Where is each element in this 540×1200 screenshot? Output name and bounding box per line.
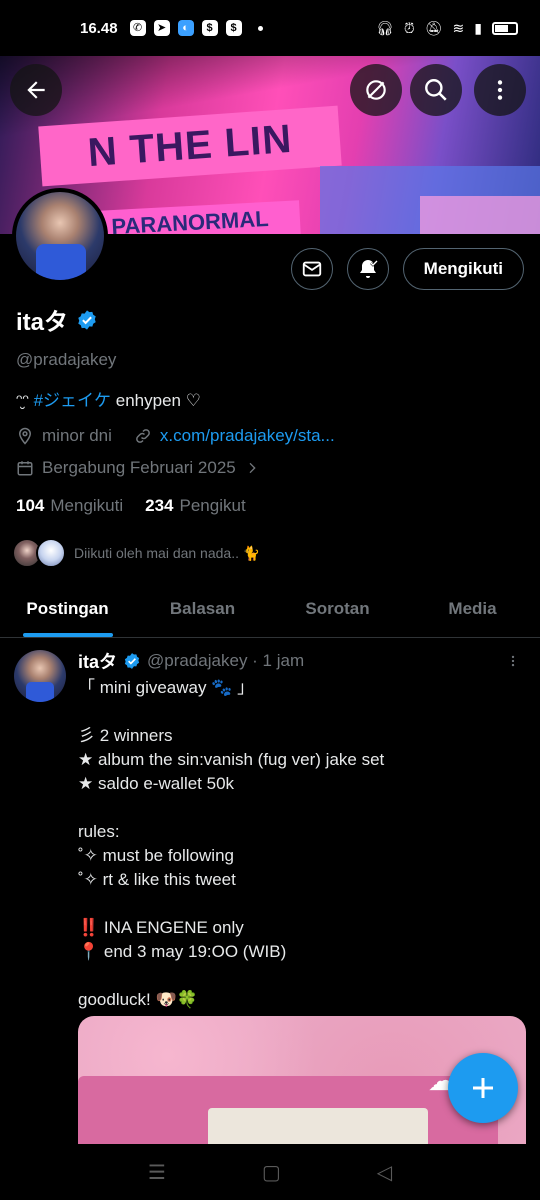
profile-bio: ᵔ̮ᵔ #ジェイケ enhypen ♡ [16, 386, 201, 411]
signal-icon: ▮ [474, 19, 482, 36]
location-icon [18, 427, 32, 445]
profile-joined: Bergabung Februari 2025 [42, 458, 236, 477]
profile-handle: @pradajakey [16, 350, 117, 369]
more-notifications-dot [257, 25, 263, 31]
follower-avatar [36, 538, 66, 568]
profile-name-row: itaタ [16, 302, 98, 337]
verified-badge-icon[interactable] [76, 309, 98, 331]
bell-check-icon [359, 260, 378, 278]
following-label: Mengikuti [50, 496, 124, 515]
profile-tabs: Postingan Balasan Sorotan Media [0, 580, 540, 638]
banner-screen-light [420, 196, 540, 234]
plus-icon [473, 1078, 493, 1098]
followers-count: 234 [145, 496, 174, 515]
profile-joined-row: Bergabung Februari 2025 [16, 458, 260, 478]
mute-icon: 🔕︎ [424, 19, 443, 36]
back-nav-icon[interactable]: ◁ [377, 1160, 392, 1185]
profile-meta-row: minor dni x.com/pradajakey/sta... [16, 426, 335, 446]
verified-badge-icon [124, 653, 140, 669]
search-button[interactable] [410, 64, 462, 116]
notifications-button[interactable] [346, 248, 389, 290]
followed-by-text: Diikuti oleh mai dan nada.. 🐈 [74, 544, 261, 561]
message-button[interactable] [290, 248, 333, 290]
tweet-more-button[interactable] [506, 652, 520, 670]
status-time: 16.48 [80, 19, 118, 37]
more-options-button[interactable] [474, 64, 526, 116]
tweet-meta: @pradajakey · 1 jam [147, 651, 305, 670]
home-nav-icon[interactable]: ▢ [262, 1160, 281, 1185]
link-icon [136, 429, 150, 443]
image-photocard [208, 1108, 428, 1148]
battery-icon [492, 21, 518, 35]
shop-icon: $ [225, 20, 242, 36]
following-count: 104 [16, 496, 45, 515]
arrow-left-icon [27, 81, 45, 99]
tweet-avatar[interactable] [14, 650, 66, 702]
tab-posts[interactable]: Postingan [0, 580, 135, 637]
grok-icon [366, 80, 386, 100]
bio-suffix: enhypen ♡ [111, 391, 201, 410]
following-stat[interactable]: 104 Mengikuti [16, 496, 123, 516]
compose-button[interactable] [448, 1053, 518, 1123]
telegram-icon: ➤ [153, 20, 170, 36]
system-nav-bar: ☰ ▢ ◁ [0, 1144, 540, 1200]
profile-link[interactable]: x.com/pradajakey/sta... [160, 426, 335, 446]
bio-hashtag[interactable]: #ジェイケ [34, 391, 111, 410]
tweet-header: itaタ @pradajakey · 1 jam [78, 648, 304, 674]
bio-prefix: ᵔ̮ᵔ [16, 391, 34, 410]
notification-icons: ✆ ➤ ◐ $ $ [129, 20, 263, 36]
grok-button[interactable] [350, 64, 402, 116]
mail-icon [302, 261, 321, 277]
search-icon [425, 79, 447, 101]
recents-nav-icon[interactable]: ☰ [148, 1160, 166, 1185]
tweet-author-name[interactable]: itaタ [78, 648, 117, 674]
status-bar: 16.48 ✆ ➤ ◐ $ $ 🎧︎ ⏰︎ 🔕︎ ≋ ▮ [0, 0, 540, 56]
profile-avatar[interactable] [12, 188, 108, 284]
profile-actions: Mengikuti [290, 248, 524, 290]
system-icons: 🎧︎ ⏰︎ 🔕︎ ≋ ▮ [376, 20, 518, 37]
banner-sign-bottom: PARANORMAL [79, 200, 301, 234]
profile-stats: 104 Mengikuti 234 Pengikut [16, 496, 246, 516]
followers-label: Pengikut [179, 496, 246, 515]
banner-sign-top: N THE LIN [38, 105, 342, 187]
alarm-icon: ⏰︎ [403, 19, 415, 36]
wifi-icon: ≋ [452, 19, 465, 36]
shop-icon: $ [201, 20, 218, 36]
chevron-right-icon[interactable] [244, 460, 260, 476]
following-button[interactable]: Mengikuti [402, 248, 524, 290]
tab-highlights[interactable]: Sorotan [270, 580, 405, 637]
followers-stat[interactable]: 234 Pengikut [145, 496, 246, 516]
tweet-text: 「 mini giveaway 🐾 」 彡 2 winners ★ album … [78, 678, 385, 1009]
calendar-icon [17, 461, 33, 476]
more-vertical-icon [511, 655, 515, 667]
profile-name: itaタ [16, 309, 69, 336]
followed-by-row[interactable]: Diikuti oleh mai dan nada.. 🐈 [12, 538, 260, 568]
tab-media[interactable]: Media [405, 580, 540, 637]
back-button[interactable] [10, 64, 62, 116]
tab-replies[interactable]: Balasan [135, 580, 270, 637]
profile-location: minor dni [42, 426, 112, 445]
app-icon: ◐ [177, 20, 194, 36]
more-vertical-icon [497, 80, 503, 100]
whatsapp-icon: ✆ [129, 20, 146, 36]
headphones-icon: 🎧︎ [376, 19, 394, 36]
